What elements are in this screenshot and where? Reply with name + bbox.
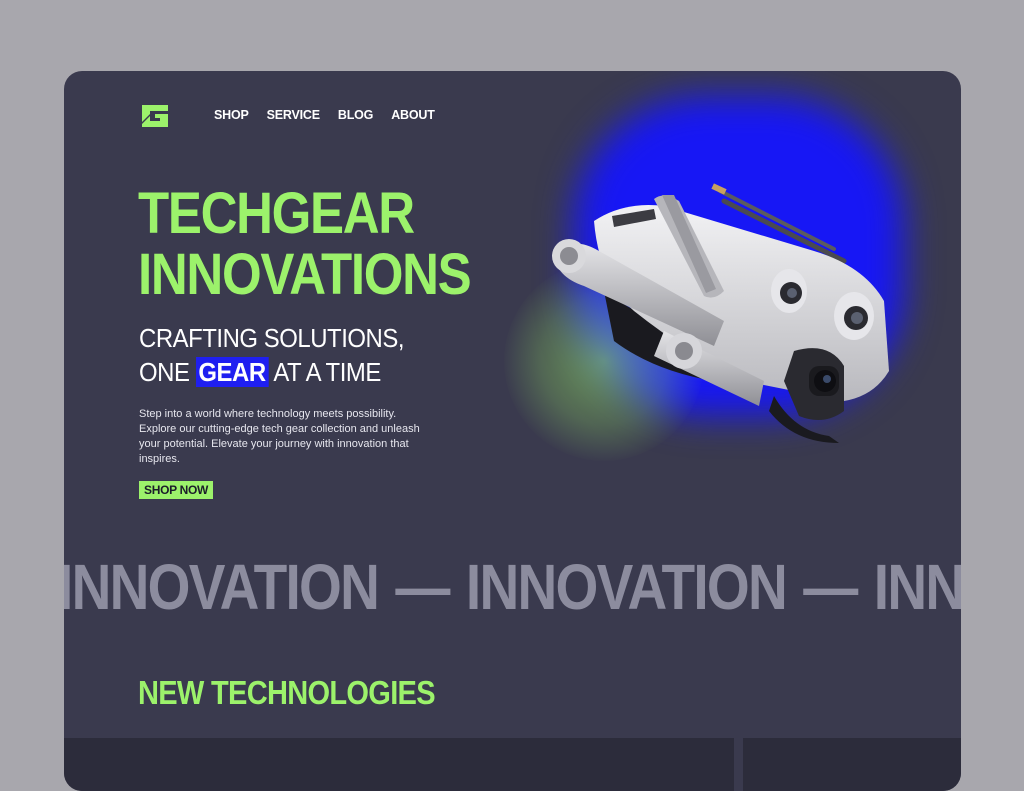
main-nav: SHOP SERVICE BLOG ABOUT <box>214 108 435 122</box>
hero-title-line-1: TECHGEAR <box>138 181 415 246</box>
hero-title-line-2: INNOVATIONS <box>138 242 472 307</box>
marquee-word: INNOVATION <box>465 551 788 623</box>
product-card[interactable] <box>743 738 961 791</box>
marquee-separator: — <box>395 551 450 623</box>
page-frame: SHOP SERVICE BLOG ABOUT TECHGEAR INNOVAT… <box>64 71 961 791</box>
hero-subtitle: CRAFTING SOLUTIONS, ONE GEAR AT A TIME <box>139 321 404 389</box>
g-monogram-logo-icon[interactable] <box>138 100 170 132</box>
marquee-separator: — <box>803 551 858 623</box>
marquee-word: INNOVATION <box>873 551 961 623</box>
section-title: NEW TECHNOLOGIES <box>138 674 436 711</box>
subtitle-line-2: ONE GEAR AT A TIME <box>139 355 404 389</box>
hero-description: Step into a world where technology meets… <box>139 408 420 465</box>
innovation-marquee: INNOVATION—INNOVATION—INNOVATION <box>64 551 961 623</box>
subtitle-word-one: ONE <box>139 357 190 387</box>
subtitle-rest: AT A TIME <box>273 357 381 387</box>
subtitle-line-1: CRAFTING SOLUTIONS, <box>139 323 405 353</box>
nav-item-shop[interactable]: SHOP <box>214 108 249 122</box>
nav-item-about[interactable]: ABOUT <box>391 108 435 122</box>
shop-now-button[interactable]: SHOP NOW <box>139 481 214 499</box>
hero-title: TECHGEAR INNOVATIONS <box>138 181 472 307</box>
product-card[interactable] <box>64 738 734 791</box>
drone-image-icon <box>552 183 889 443</box>
nav-item-blog[interactable]: BLOG <box>338 108 374 122</box>
subtitle-highlight-gear: GEAR <box>195 357 269 387</box>
marquee-word: INNOVATION <box>64 551 380 623</box>
nav-item-service[interactable]: SERVICE <box>267 108 320 122</box>
